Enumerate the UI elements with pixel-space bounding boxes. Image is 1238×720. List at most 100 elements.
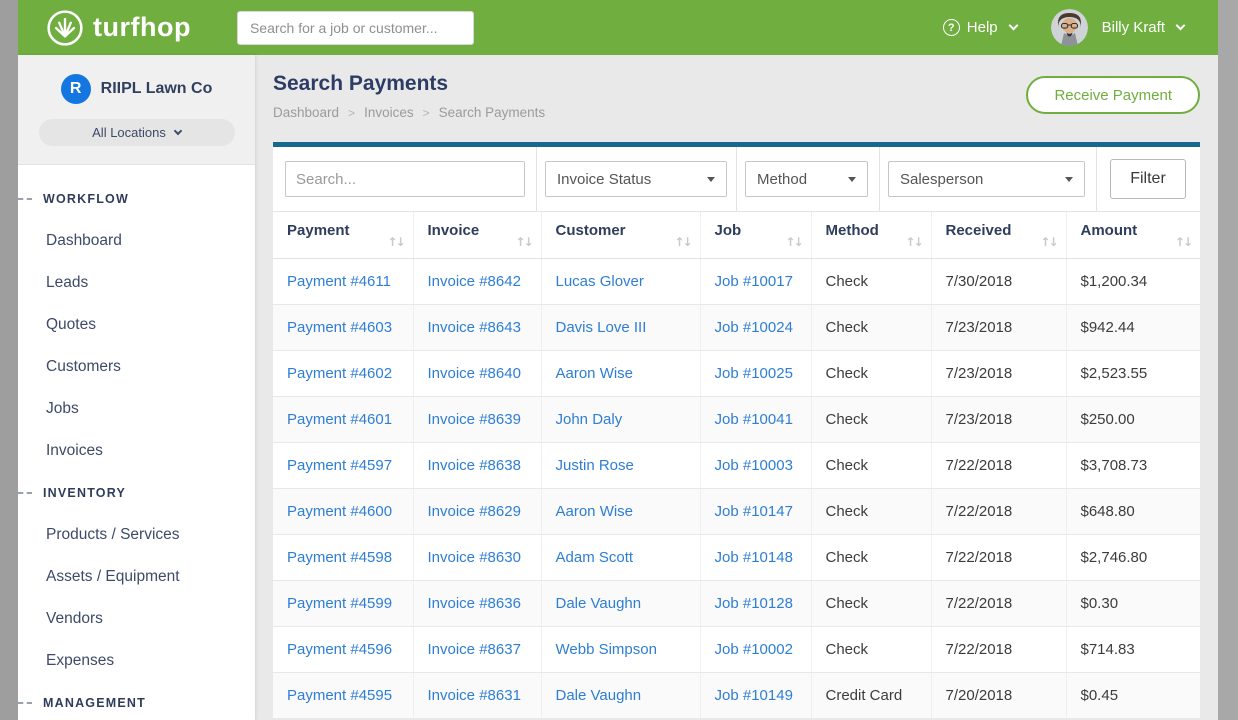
- customer-link[interactable]: Aaron Wise: [556, 365, 634, 382]
- filter-button[interactable]: Filter: [1110, 159, 1186, 199]
- global-search-input[interactable]: [237, 11, 474, 45]
- user-menu[interactable]: Billy Kraft: [1102, 19, 1184, 36]
- invoice-link[interactable]: Invoice #8640: [428, 365, 521, 382]
- org-header: R RIIPL Lawn Co All Locations: [18, 55, 255, 165]
- method-value: Method: [757, 171, 807, 188]
- job-link[interactable]: Job #10017: [715, 273, 793, 290]
- customer-link[interactable]: Aaron Wise: [556, 503, 634, 520]
- job-link[interactable]: Job #10002: [715, 641, 793, 658]
- customer-link[interactable]: Adam Scott: [556, 549, 634, 566]
- customer-cell: Justin Rose: [541, 442, 700, 488]
- payment-cell: Payment #4601: [273, 396, 413, 442]
- breadcrumb-item-invoices[interactable]: Invoices: [364, 105, 414, 120]
- method-cell: Check: [811, 442, 931, 488]
- customer-link[interactable]: Webb Simpson: [556, 641, 657, 658]
- payment-link[interactable]: Payment #4602: [287, 365, 392, 382]
- invoice-link[interactable]: Invoice #8643: [428, 319, 521, 336]
- payment-link[interactable]: Payment #4595: [287, 687, 392, 704]
- job-link[interactable]: Job #10128: [715, 595, 793, 612]
- payment-link[interactable]: Payment #4601: [287, 411, 392, 428]
- chevron-down-icon: [174, 127, 182, 135]
- breadcrumb-item-dashboard[interactable]: Dashboard: [273, 105, 339, 120]
- sidebar-item-assets-equipment[interactable]: Assets / Equipment: [18, 556, 255, 598]
- salesperson-select[interactable]: Salesperson: [888, 161, 1085, 197]
- invoice-cell: Invoice #8643: [413, 304, 541, 350]
- sidebar-item-customers[interactable]: Customers: [18, 346, 255, 388]
- method-cell: Credit Card: [811, 672, 931, 718]
- column-header-received[interactable]: ↑↓Received: [931, 212, 1066, 258]
- job-link[interactable]: Job #10148: [715, 549, 793, 566]
- job-link[interactable]: Job #10025: [715, 365, 793, 382]
- app-screen: turfhop ? Help: [0, 0, 1238, 720]
- breadcrumb-separator-icon: >: [423, 106, 430, 120]
- sidebar-item-products-services[interactable]: Products / Services: [18, 514, 255, 556]
- customer-link[interactable]: Dale Vaughn: [556, 595, 642, 612]
- method-select[interactable]: Method: [745, 161, 868, 197]
- sidebar-item-vendors[interactable]: Vendors: [18, 598, 255, 640]
- invoice-link[interactable]: Invoice #8636: [428, 595, 521, 612]
- payment-link[interactable]: Payment #4598: [287, 549, 392, 566]
- payment-link[interactable]: Payment #4611: [287, 273, 391, 290]
- customer-link[interactable]: Justin Rose: [556, 457, 634, 474]
- method-cell: Check: [811, 258, 931, 304]
- payment-link[interactable]: Payment #4599: [287, 595, 392, 612]
- job-link[interactable]: Job #10024: [715, 319, 793, 336]
- invoice-link[interactable]: Invoice #8642: [428, 273, 521, 290]
- invoice-link[interactable]: Invoice #8638: [428, 457, 521, 474]
- table-row: Payment #4598 Invoice #8630 Adam Scott Job …: [273, 534, 1200, 580]
- customer-link[interactable]: Lucas Glover: [556, 273, 644, 290]
- location-selector[interactable]: All Locations: [39, 119, 235, 146]
- customer-link[interactable]: John Daly: [556, 411, 623, 428]
- amount-cell: $0.30: [1066, 580, 1200, 626]
- invoice-cell: Invoice #8639: [413, 396, 541, 442]
- receive-payment-button[interactable]: Receive Payment: [1026, 76, 1200, 114]
- sidebar-item-leads[interactable]: Leads: [18, 262, 255, 304]
- filter-search-input[interactable]: [285, 161, 525, 197]
- payment-link[interactable]: Payment #4596: [287, 641, 392, 658]
- salesperson-value: Salesperson: [900, 171, 983, 188]
- topbar: turfhop ? Help: [18, 0, 1218, 55]
- sort-icon: ↑↓: [674, 236, 690, 248]
- job-link[interactable]: Job #10149: [715, 687, 793, 704]
- filter-section-salesperson: Salesperson: [880, 147, 1097, 211]
- invoice-link[interactable]: Invoice #8639: [428, 411, 521, 428]
- sort-icon: ↑↓: [905, 236, 921, 248]
- column-header-customer[interactable]: ↑↓ Customer: [541, 212, 700, 258]
- table-row: Payment #4599 Invoice #8636 Dale Vaughn Job…: [273, 580, 1200, 626]
- sidebar-item-dashboard[interactable]: Dashboard: [18, 220, 255, 262]
- brand-logo[interactable]: turfhop: [46, 9, 191, 47]
- column-label: Customer: [556, 222, 626, 239]
- payment-link[interactable]: Payment #4597: [287, 457, 392, 474]
- received-cell: 7/22/2018: [931, 626, 1066, 672]
- column-header-payment[interactable]: ↑↓Payment: [273, 212, 413, 258]
- job-cell: Job #10024: [700, 304, 811, 350]
- customer-link[interactable]: Davis Love III: [556, 319, 647, 336]
- column-label: Amount: [1081, 222, 1138, 239]
- sidebar-item-expenses[interactable]: Expenses: [18, 640, 255, 682]
- job-link[interactable]: Job #10147: [715, 503, 793, 520]
- invoice-status-select[interactable]: Invoice Status: [545, 161, 727, 197]
- payment-link[interactable]: Payment #4603: [287, 319, 392, 336]
- column-header-invoice[interactable]: ↑↓Invoice: [413, 212, 541, 258]
- payment-link[interactable]: Payment #4600: [287, 503, 392, 520]
- sidebar-item-jobs[interactable]: Jobs: [18, 388, 255, 430]
- invoice-link[interactable]: Invoice #8631: [428, 687, 521, 704]
- column-header-method[interactable]: ↑↓Method: [811, 212, 931, 258]
- help-menu[interactable]: ? Help: [943, 19, 1017, 36]
- column-header-amount[interactable]: ↑↓Amount: [1066, 212, 1200, 258]
- invoice-cell: Invoice #8630: [413, 534, 541, 580]
- column-header-job[interactable]: ↑↓Job: [700, 212, 811, 258]
- customer-link[interactable]: Dale Vaughn: [556, 687, 642, 704]
- user-avatar[interactable]: [1051, 9, 1088, 46]
- job-link[interactable]: Job #10041: [715, 411, 793, 428]
- app-body: R RIIPL Lawn Co All Locations WORKFLOWDa…: [18, 55, 1218, 720]
- sidebar-item-quotes[interactable]: Quotes: [18, 304, 255, 346]
- job-link[interactable]: Job #10003: [715, 457, 793, 474]
- invoice-link[interactable]: Invoice #8629: [428, 503, 521, 520]
- sidebar: R RIIPL Lawn Co All Locations WORKFLOWDa…: [18, 55, 255, 720]
- dropdown-caret-icon: [1065, 177, 1073, 182]
- column-label: Payment: [287, 222, 350, 239]
- invoice-link[interactable]: Invoice #8637: [428, 641, 521, 658]
- invoice-link[interactable]: Invoice #8630: [428, 549, 521, 566]
- sidebar-item-invoices[interactable]: Invoices: [18, 430, 255, 472]
